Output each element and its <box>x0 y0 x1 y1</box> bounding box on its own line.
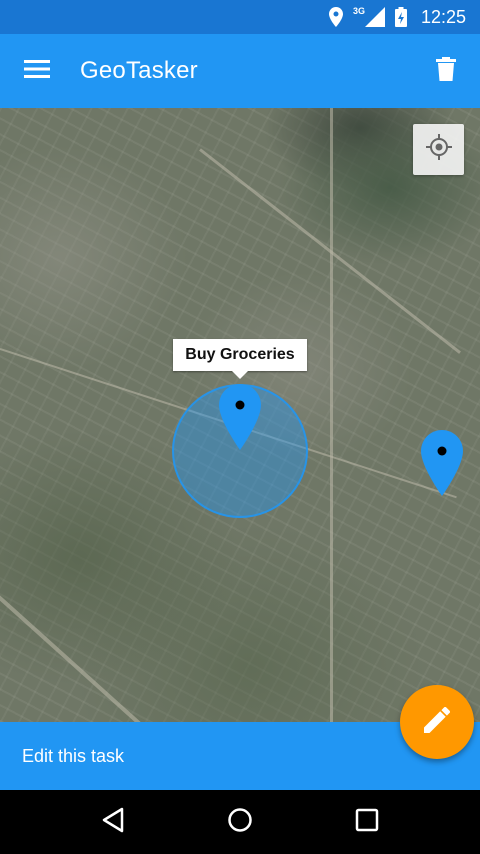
signal-icon <box>364 7 385 27</box>
home-button[interactable] <box>208 790 272 854</box>
recents-icon <box>355 808 379 837</box>
back-button[interactable] <box>81 790 145 854</box>
home-icon <box>227 807 253 838</box>
map-pin-icon <box>421 430 463 500</box>
task-marker[interactable] <box>421 430 463 501</box>
edit-task-label: Edit this task <box>22 745 125 766</box>
status-bar: 3G 12:25 <box>0 0 480 34</box>
app-title: GeoTasker <box>80 57 198 84</box>
status-time: 12:25 <box>420 6 466 27</box>
hamburger-menu-icon <box>24 59 50 84</box>
app-bar: GeoTasker <box>0 34 480 108</box>
back-icon <box>101 807 125 838</box>
recents-button[interactable] <box>335 790 399 854</box>
map-road <box>330 108 333 722</box>
location-icon <box>328 7 343 27</box>
edit-task-fab[interactable] <box>400 685 474 759</box>
battery-charging-icon <box>394 7 407 27</box>
pencil-icon <box>424 706 451 738</box>
map-pin-icon <box>219 384 261 454</box>
delete-task-button[interactable] <box>414 34 478 108</box>
network-type-label: 3G <box>352 6 365 16</box>
map-road <box>0 578 175 722</box>
my-location-button[interactable] <box>413 124 464 175</box>
menu-button[interactable] <box>0 34 74 108</box>
trash-icon <box>436 56 456 86</box>
system-nav-bar <box>0 790 480 854</box>
task-info-window[interactable]: Buy Groceries <box>173 339 307 379</box>
task-marker-selected[interactable] <box>219 384 261 455</box>
crosshair-icon <box>425 133 453 166</box>
